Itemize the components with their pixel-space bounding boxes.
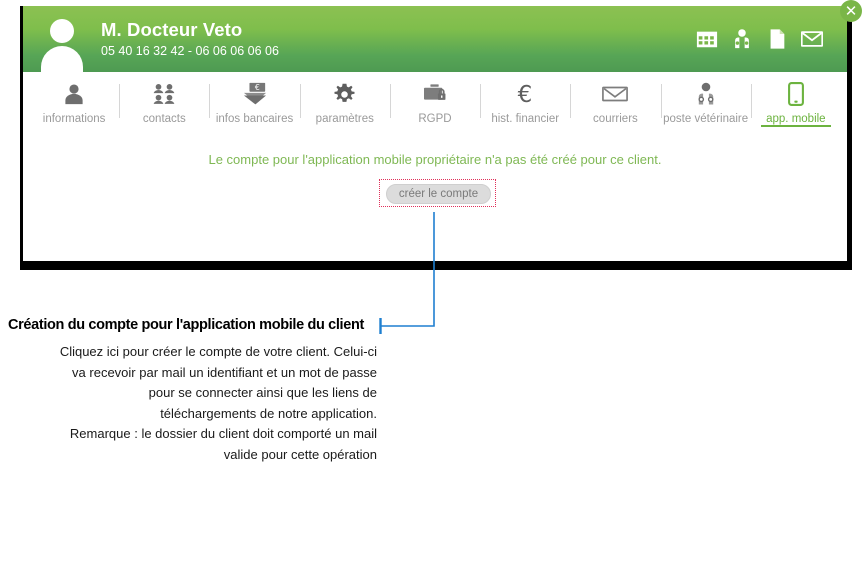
tab-parametres[interactable]: paramètres	[299, 78, 390, 130]
client-identity: M. Docteur Veto 05 40 16 32 42 - 06 06 0…	[101, 19, 696, 59]
tab-label: courriers	[593, 113, 638, 125]
document-page-icon[interactable]	[766, 28, 788, 50]
callout-body-line: Cliquez ici pour créer le compte de votr…	[59, 344, 377, 359]
briefcase-lock-icon	[422, 82, 448, 106]
tab-infos-bancaires[interactable]: € infos bancaires	[209, 78, 299, 130]
tab-label: hist. financier	[491, 113, 560, 125]
gear-icon	[333, 82, 356, 106]
svg-text:€: €	[254, 83, 259, 92]
tab-label: poste vétérinaire	[663, 113, 749, 125]
avatar-head-shape	[50, 19, 74, 43]
window-content: Le compte pour l'application mobile prop…	[23, 130, 847, 261]
tab-label: contacts	[142, 113, 186, 125]
tab-courriers[interactable]: courriers	[570, 78, 660, 130]
envelope-mail-icon[interactable]	[801, 28, 823, 50]
tab-informations[interactable]: informations	[29, 78, 119, 130]
tab-rgpd[interactable]: RGPD	[389, 78, 480, 130]
application-window: M. Docteur Veto 05 40 16 32 42 - 06 06 0…	[20, 0, 862, 270]
header-action-bar	[696, 28, 837, 50]
tab-label: informations	[42, 113, 106, 125]
close-button[interactable]: ✕	[840, 0, 862, 22]
create-account-button[interactable]: créer le compte	[386, 184, 491, 204]
tab-label: app. mobile	[766, 113, 826, 125]
veterinarian-person-icon[interactable]	[731, 28, 753, 50]
callout-body-line: pour se connecter ainsi que les liens de	[148, 385, 377, 400]
create-account-highlight-box: créer le compte	[379, 179, 496, 207]
no-account-message: Le compte pour l'application mobile prop…	[208, 152, 662, 167]
tab-label: RGPD	[418, 113, 452, 125]
callout-body-line: Remarque : le dossier du client doit com…	[69, 426, 377, 441]
euro-card-icon: €	[242, 82, 268, 106]
user-avatar-icon	[37, 14, 87, 72]
envelope-icon	[602, 82, 629, 106]
people-group-icon	[152, 82, 176, 106]
vet-stethoscope-icon	[694, 82, 718, 106]
callout-body-line: téléchargements de notre application.	[160, 405, 377, 421]
callout-body-line: va recevoir par mail un identifiant et u…	[72, 364, 377, 380]
active-tab-underline	[760, 125, 831, 127]
callout-body-line: valide pour cette opération	[223, 446, 377, 462]
tab-contacts[interactable]: contacts	[119, 78, 209, 130]
tab-app-mobile[interactable]: app. mobile	[750, 78, 841, 130]
tab-bar: informations contacts € infos bancaires …	[23, 72, 847, 130]
tab-hist-financier[interactable]: € hist. financier	[480, 78, 570, 130]
svg-text:€: €	[518, 82, 533, 106]
euro-sign-icon: €	[513, 82, 537, 106]
window-header: M. Docteur Veto 05 40 16 32 42 - 06 06 0…	[23, 0, 862, 72]
callout-annotation: Création du compte pour l'application mo…	[8, 316, 378, 465]
tab-label: paramètres	[315, 113, 374, 125]
smartphone-icon	[787, 82, 804, 106]
client-name: M. Docteur Veto	[101, 19, 243, 40]
avatar-body-shape	[41, 46, 83, 72]
client-phone-numbers: 05 40 16 32 42 - 06 06 06 06 06	[101, 44, 279, 58]
person-icon	[63, 82, 85, 106]
calendar-grid-icon[interactable]	[696, 28, 718, 50]
tab-label: infos bancaires	[215, 113, 294, 125]
callout-body: Cliquez ici pour créer le compte de votr…	[8, 342, 378, 465]
tab-poste-veterinaire[interactable]: poste vétérinaire	[660, 78, 751, 130]
callout-title: Création du compte pour l'application mo…	[8, 317, 364, 333]
